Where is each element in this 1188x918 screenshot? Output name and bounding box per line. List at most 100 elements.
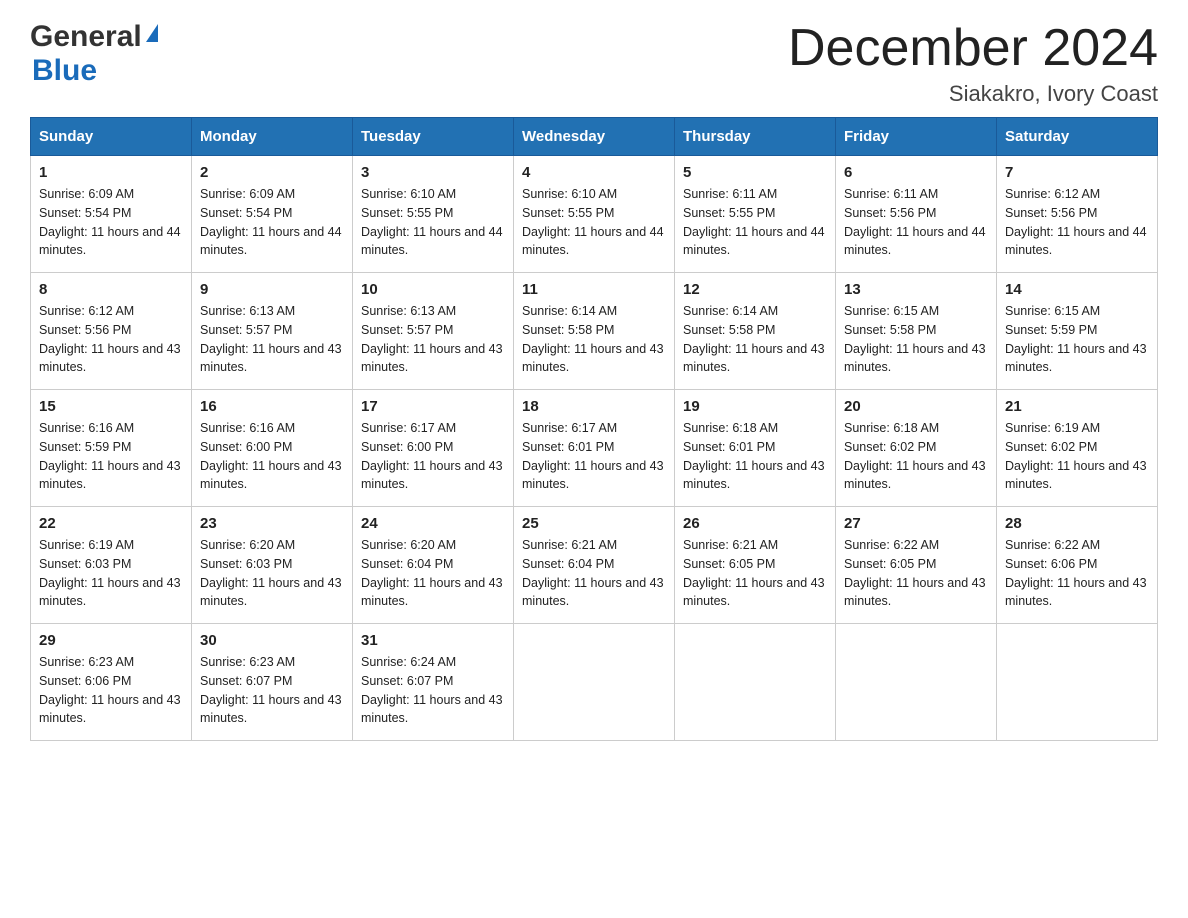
calendar-day-cell: [675, 624, 836, 741]
calendar-day-cell: [997, 624, 1158, 741]
day-of-week-header: Sunday: [31, 118, 192, 156]
calendar-day-cell: 28 Sunrise: 6:22 AMSunset: 6:06 PMDaylig…: [997, 507, 1158, 624]
day-number: 23: [200, 515, 344, 532]
day-number: 15: [39, 398, 183, 415]
calendar-day-cell: 19 Sunrise: 6:18 AMSunset: 6:01 PMDaylig…: [675, 390, 836, 507]
day-number: 14: [1005, 281, 1149, 298]
calendar-table: SundayMondayTuesdayWednesdayThursdayFrid…: [30, 117, 1158, 741]
logo-blue-text: Blue: [32, 54, 97, 88]
day-number: 18: [522, 398, 666, 415]
calendar-day-cell: 25 Sunrise: 6:21 AMSunset: 6:04 PMDaylig…: [514, 507, 675, 624]
day-info: Sunrise: 6:18 AMSunset: 6:01 PMDaylight:…: [683, 421, 825, 491]
day-info: Sunrise: 6:16 AMSunset: 6:00 PMDaylight:…: [200, 421, 342, 491]
day-number: 24: [361, 515, 505, 532]
day-info: Sunrise: 6:09 AMSunset: 5:54 PMDaylight:…: [39, 187, 181, 257]
day-number: 6: [844, 164, 988, 181]
day-of-week-header: Monday: [192, 118, 353, 156]
day-of-week-header: Wednesday: [514, 118, 675, 156]
day-number: 28: [1005, 515, 1149, 532]
day-number: 11: [522, 281, 666, 298]
calendar-day-cell: 22 Sunrise: 6:19 AMSunset: 6:03 PMDaylig…: [31, 507, 192, 624]
calendar-day-cell: 5 Sunrise: 6:11 AMSunset: 5:55 PMDayligh…: [675, 156, 836, 273]
day-number: 30: [200, 632, 344, 649]
calendar-day-cell: 23 Sunrise: 6:20 AMSunset: 6:03 PMDaylig…: [192, 507, 353, 624]
calendar-day-cell: 2 Sunrise: 6:09 AMSunset: 5:54 PMDayligh…: [192, 156, 353, 273]
calendar-day-cell: 15 Sunrise: 6:16 AMSunset: 5:59 PMDaylig…: [31, 390, 192, 507]
calendar-day-cell: 21 Sunrise: 6:19 AMSunset: 6:02 PMDaylig…: [997, 390, 1158, 507]
calendar-day-cell: 1 Sunrise: 6:09 AMSunset: 5:54 PMDayligh…: [31, 156, 192, 273]
day-number: 13: [844, 281, 988, 298]
day-number: 25: [522, 515, 666, 532]
calendar-day-cell: 4 Sunrise: 6:10 AMSunset: 5:55 PMDayligh…: [514, 156, 675, 273]
calendar-week-row: 1 Sunrise: 6:09 AMSunset: 5:54 PMDayligh…: [31, 156, 1158, 273]
day-number: 19: [683, 398, 827, 415]
day-info: Sunrise: 6:09 AMSunset: 5:54 PMDaylight:…: [200, 187, 342, 257]
calendar-day-cell: [514, 624, 675, 741]
day-info: Sunrise: 6:14 AMSunset: 5:58 PMDaylight:…: [522, 304, 664, 374]
calendar-day-cell: 7 Sunrise: 6:12 AMSunset: 5:56 PMDayligh…: [997, 156, 1158, 273]
day-number: 4: [522, 164, 666, 181]
day-info: Sunrise: 6:18 AMSunset: 6:02 PMDaylight:…: [844, 421, 986, 491]
calendar-week-row: 15 Sunrise: 6:16 AMSunset: 5:59 PMDaylig…: [31, 390, 1158, 507]
day-number: 12: [683, 281, 827, 298]
day-info: Sunrise: 6:24 AMSunset: 6:07 PMDaylight:…: [361, 655, 503, 725]
calendar-day-cell: 6 Sunrise: 6:11 AMSunset: 5:56 PMDayligh…: [836, 156, 997, 273]
day-number: 3: [361, 164, 505, 181]
day-number: 1: [39, 164, 183, 181]
day-number: 17: [361, 398, 505, 415]
day-number: 16: [200, 398, 344, 415]
day-number: 29: [39, 632, 183, 649]
day-info: Sunrise: 6:11 AMSunset: 5:55 PMDaylight:…: [683, 187, 825, 257]
day-of-week-header: Friday: [836, 118, 997, 156]
day-number: 8: [39, 281, 183, 298]
page-subtitle: Siakakro, Ivory Coast: [788, 81, 1158, 107]
day-info: Sunrise: 6:21 AMSunset: 6:04 PMDaylight:…: [522, 538, 664, 608]
day-info: Sunrise: 6:13 AMSunset: 5:57 PMDaylight:…: [200, 304, 342, 374]
calendar-day-cell: 13 Sunrise: 6:15 AMSunset: 5:58 PMDaylig…: [836, 273, 997, 390]
calendar-day-cell: 30 Sunrise: 6:23 AMSunset: 6:07 PMDaylig…: [192, 624, 353, 741]
day-number: 21: [1005, 398, 1149, 415]
day-info: Sunrise: 6:15 AMSunset: 5:59 PMDaylight:…: [1005, 304, 1147, 374]
calendar-week-row: 8 Sunrise: 6:12 AMSunset: 5:56 PMDayligh…: [31, 273, 1158, 390]
logo-general-text: General: [30, 20, 142, 54]
day-number: 10: [361, 281, 505, 298]
day-info: Sunrise: 6:20 AMSunset: 6:03 PMDaylight:…: [200, 538, 342, 608]
day-info: Sunrise: 6:10 AMSunset: 5:55 PMDaylight:…: [361, 187, 503, 257]
calendar-day-cell: 24 Sunrise: 6:20 AMSunset: 6:04 PMDaylig…: [353, 507, 514, 624]
calendar-day-cell: 11 Sunrise: 6:14 AMSunset: 5:58 PMDaylig…: [514, 273, 675, 390]
calendar-day-cell: 20 Sunrise: 6:18 AMSunset: 6:02 PMDaylig…: [836, 390, 997, 507]
day-number: 26: [683, 515, 827, 532]
logo-triangle-icon: [146, 24, 158, 42]
day-of-week-header: Tuesday: [353, 118, 514, 156]
day-info: Sunrise: 6:22 AMSunset: 6:05 PMDaylight:…: [844, 538, 986, 608]
calendar-day-cell: 10 Sunrise: 6:13 AMSunset: 5:57 PMDaylig…: [353, 273, 514, 390]
calendar-day-cell: 14 Sunrise: 6:15 AMSunset: 5:59 PMDaylig…: [997, 273, 1158, 390]
day-info: Sunrise: 6:22 AMSunset: 6:06 PMDaylight:…: [1005, 538, 1147, 608]
calendar-week-row: 22 Sunrise: 6:19 AMSunset: 6:03 PMDaylig…: [31, 507, 1158, 624]
day-info: Sunrise: 6:12 AMSunset: 5:56 PMDaylight:…: [39, 304, 181, 374]
calendar-day-cell: [836, 624, 997, 741]
calendar-day-cell: 26 Sunrise: 6:21 AMSunset: 6:05 PMDaylig…: [675, 507, 836, 624]
day-number: 2: [200, 164, 344, 181]
day-info: Sunrise: 6:16 AMSunset: 5:59 PMDaylight:…: [39, 421, 181, 491]
day-of-week-header: Thursday: [675, 118, 836, 156]
day-info: Sunrise: 6:10 AMSunset: 5:55 PMDaylight:…: [522, 187, 664, 257]
calendar-day-cell: 29 Sunrise: 6:23 AMSunset: 6:06 PMDaylig…: [31, 624, 192, 741]
calendar-day-cell: 16 Sunrise: 6:16 AMSunset: 6:00 PMDaylig…: [192, 390, 353, 507]
day-of-week-header: Saturday: [997, 118, 1158, 156]
day-number: 22: [39, 515, 183, 532]
day-info: Sunrise: 6:20 AMSunset: 6:04 PMDaylight:…: [361, 538, 503, 608]
day-number: 31: [361, 632, 505, 649]
day-info: Sunrise: 6:21 AMSunset: 6:05 PMDaylight:…: [683, 538, 825, 608]
day-info: Sunrise: 6:17 AMSunset: 6:00 PMDaylight:…: [361, 421, 503, 491]
day-info: Sunrise: 6:13 AMSunset: 5:57 PMDaylight:…: [361, 304, 503, 374]
day-info: Sunrise: 6:12 AMSunset: 5:56 PMDaylight:…: [1005, 187, 1147, 257]
day-info: Sunrise: 6:23 AMSunset: 6:06 PMDaylight:…: [39, 655, 181, 725]
day-info: Sunrise: 6:17 AMSunset: 6:01 PMDaylight:…: [522, 421, 664, 491]
day-info: Sunrise: 6:11 AMSunset: 5:56 PMDaylight:…: [844, 187, 986, 257]
day-number: 9: [200, 281, 344, 298]
calendar-week-row: 29 Sunrise: 6:23 AMSunset: 6:06 PMDaylig…: [31, 624, 1158, 741]
day-info: Sunrise: 6:19 AMSunset: 6:03 PMDaylight:…: [39, 538, 181, 608]
calendar-day-cell: 27 Sunrise: 6:22 AMSunset: 6:05 PMDaylig…: [836, 507, 997, 624]
calendar-day-cell: 17 Sunrise: 6:17 AMSunset: 6:00 PMDaylig…: [353, 390, 514, 507]
